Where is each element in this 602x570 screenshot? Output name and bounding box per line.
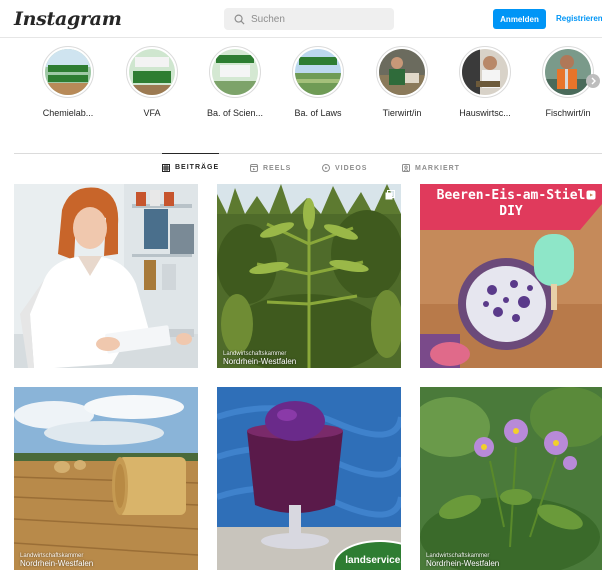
tab-label: MARKIERT [415,164,460,172]
reel-icon [586,190,596,200]
highlight-cover [379,49,425,95]
search-input[interactable] [251,13,381,25]
post-image [217,184,401,368]
tab-beitraege[interactable]: BEITRÄGE [162,153,220,181]
register-link[interactable]: Registrieren [556,14,602,23]
search-icon [234,14,245,25]
highlight-label: Chemielab... [42,108,94,118]
multi-post-icon [385,190,395,200]
highlight-tierwirt[interactable]: Tierwirt/in [364,46,440,118]
watermark-big: Nordrhein-Westfalen [426,558,500,568]
story-highlights: Chemielab... VFA Ba. of Scien... Ba. of … [0,38,602,134]
watermark-big: Nordrhein-Westfalen [223,356,297,366]
highlight-chemielab[interactable]: Chemielab... [30,46,106,118]
highlight-ring [292,46,344,98]
watermark: Landwirtschaftskammer Nordrhein-Westfale… [20,553,93,568]
reels-icon [250,164,258,172]
post-berry-ice-pops[interactable]: Beeren-Eis-am-Stiel DIY [420,184,602,368]
watermark-small: Landwirtschaftskammer [20,553,84,560]
post-image [420,387,602,570]
highlight-label: Ba. of Laws [294,108,342,118]
highlight-ba-laws[interactable]: Ba. of Laws [280,46,356,118]
highlight-cover [295,49,341,95]
post-hay-bale[interactable]: Landwirtschaftskammer Nordrhein-Westfale… [14,387,198,570]
highlight-label: VFA [143,108,161,118]
highlight-ring [542,46,594,98]
watermark-big: Nordrhein-Westfalen [20,558,94,568]
watermark-small: Landwirtschaftskammer [223,351,287,358]
highlight-hauswirtschaft[interactable]: Hauswirtsc... [447,46,523,118]
post-image [14,387,198,570]
watermark-small: Landwirtschaftskammer [426,553,490,560]
highlight-cover [45,49,91,95]
tab-videos[interactable]: VIDEOS [322,154,367,182]
watermark: Landwirtschaftskammer Nordrhein-Westfale… [426,553,499,568]
post-image [14,184,198,368]
instagram-logo[interactable]: Instagram [14,8,122,30]
highlight-label: Hauswirtsc... [459,108,511,118]
highlight-label: Fischwirt/in [545,108,591,118]
highlight-ba-science[interactable]: Ba. of Scien... [197,46,273,118]
post-berry-smoothie[interactable]: landservice.de [217,387,401,570]
tab-reels[interactable]: REELS [250,154,291,182]
tab-label: VIDEOS [335,164,368,172]
watermark: Landwirtschaftskammer Nordrhein-Westfale… [223,351,296,366]
top-bar: Instagram Anmelden Registrieren [0,0,602,38]
highlight-cover [462,49,508,95]
highlight-label: Ba. of Scien... [206,108,264,118]
tab-label: BEITRÄGE [175,164,220,171]
highlight-cover [545,49,591,95]
highlight-cover [129,49,175,95]
highlight-ring [459,46,511,98]
grid-icon [162,163,170,172]
tag-icon [402,164,410,172]
post-potato-blossom[interactable]: Landwirtschaftskammer Nordrhein-Westfale… [420,387,602,570]
highlight-cover [212,49,258,95]
highlight-vfa[interactable]: VFA [114,46,190,118]
post-title: Beeren-Eis-am-Stiel DIY [420,188,602,219]
next-arrow-icon[interactable] [586,74,600,88]
highlight-ring [126,46,178,98]
highlight-ring [209,46,261,98]
highlight-label: Tierwirt/in [382,108,422,118]
post-title-line2: DIY [499,203,523,219]
post-title-line1: Beeren-Eis-am-Stiel [436,188,586,203]
highlight-ring [376,46,428,98]
post-hemp-field[interactable]: Landwirtschaftskammer Nordrhein-Westfale… [217,184,401,368]
video-icon [322,164,330,172]
tab-markiert[interactable]: MARKIERT [402,154,460,182]
profile-tabs: BEITRÄGE REELS VIDEOS MARKIERT [14,153,602,181]
post-lab-worker[interactable] [14,184,198,368]
highlight-ring [42,46,94,98]
tab-label: REELS [263,164,292,172]
login-button[interactable]: Anmelden [493,9,546,29]
search-box[interactable] [224,8,394,30]
